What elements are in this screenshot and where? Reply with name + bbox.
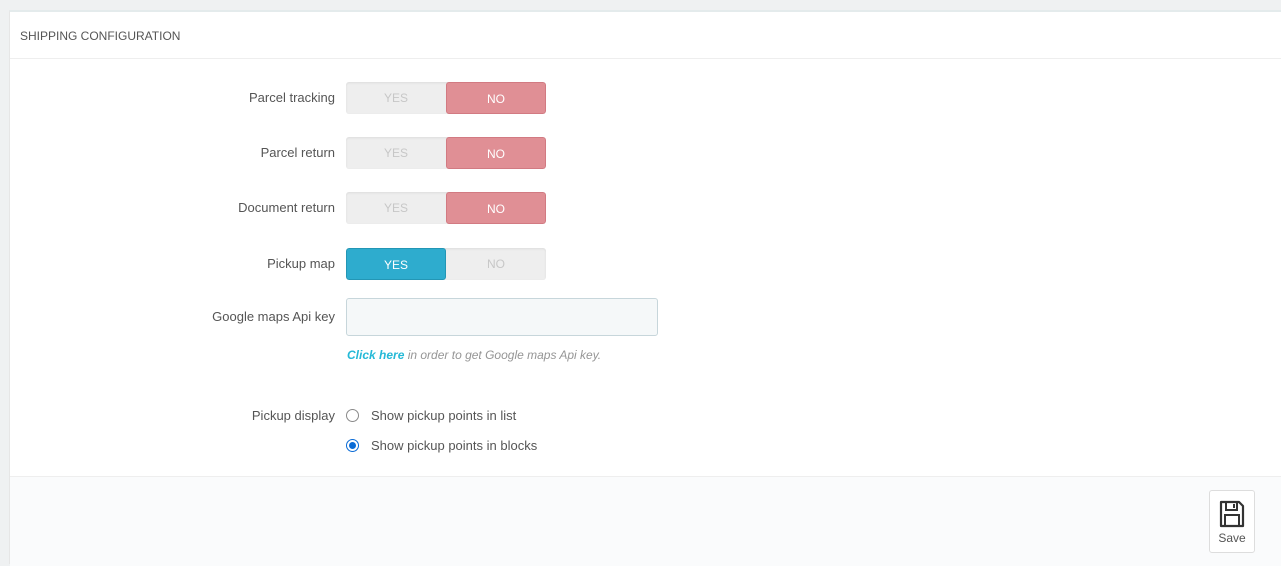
google-maps-api-key-help: Click here in order to get Google maps A… bbox=[347, 348, 601, 362]
help-text: in order to get Google maps Api key. bbox=[404, 348, 602, 362]
parcel-return-switch[interactable]: YES NO bbox=[346, 137, 546, 169]
radio-blocks-icon[interactable] bbox=[346, 439, 359, 452]
parcel-tracking-yes-option[interactable]: YES bbox=[346, 82, 446, 114]
panel-title: SHIPPING CONFIGURATION bbox=[10, 12, 1281, 59]
floppy-disk-icon bbox=[1219, 500, 1245, 528]
pickup-map-no-option[interactable]: NO bbox=[446, 248, 546, 280]
document-return-switch[interactable]: YES NO bbox=[346, 192, 546, 224]
parcel-return-yes-option[interactable]: YES bbox=[346, 137, 446, 169]
document-return-no-option[interactable]: NO bbox=[446, 192, 546, 224]
save-label: Save bbox=[1218, 531, 1246, 545]
radio-option-blocks-label: Show pickup points in blocks bbox=[371, 438, 538, 453]
parcel-tracking-no-option[interactable]: NO bbox=[446, 82, 546, 114]
document-return-yes-option[interactable]: YES bbox=[346, 192, 446, 224]
pickup-map-switch[interactable]: YES NO bbox=[346, 248, 546, 280]
pickup-map-yes-option[interactable]: YES bbox=[346, 248, 446, 280]
panel-footer: Save bbox=[10, 476, 1281, 566]
google-maps-api-key-input[interactable] bbox=[346, 298, 658, 336]
parcel-tracking-switch[interactable]: YES NO bbox=[346, 82, 546, 114]
parcel-return-no-option[interactable]: NO bbox=[446, 137, 546, 169]
radio-option-blocks[interactable]: Show pickup points in blocks bbox=[346, 438, 537, 453]
document-return-label: Document return bbox=[238, 200, 335, 215]
radio-list-icon[interactable] bbox=[346, 409, 359, 422]
save-button[interactable]: Save bbox=[1209, 490, 1255, 553]
pickup-display-label: Pickup display bbox=[251, 408, 335, 423]
pickup-map-label: Pickup map bbox=[267, 256, 335, 271]
radio-option-list-label: Show pickup points in list bbox=[371, 408, 517, 423]
shipping-configuration-panel: SHIPPING CONFIGURATION Parcel tracking Y… bbox=[9, 10, 1281, 566]
parcel-return-label: Parcel return bbox=[260, 145, 335, 160]
parcel-tracking-label: Parcel tracking bbox=[249, 90, 335, 105]
click-here-link[interactable]: Click here bbox=[347, 348, 404, 362]
radio-option-list[interactable]: Show pickup points in list bbox=[346, 408, 516, 423]
google-maps-api-key-label: Google maps Api key bbox=[212, 309, 335, 324]
